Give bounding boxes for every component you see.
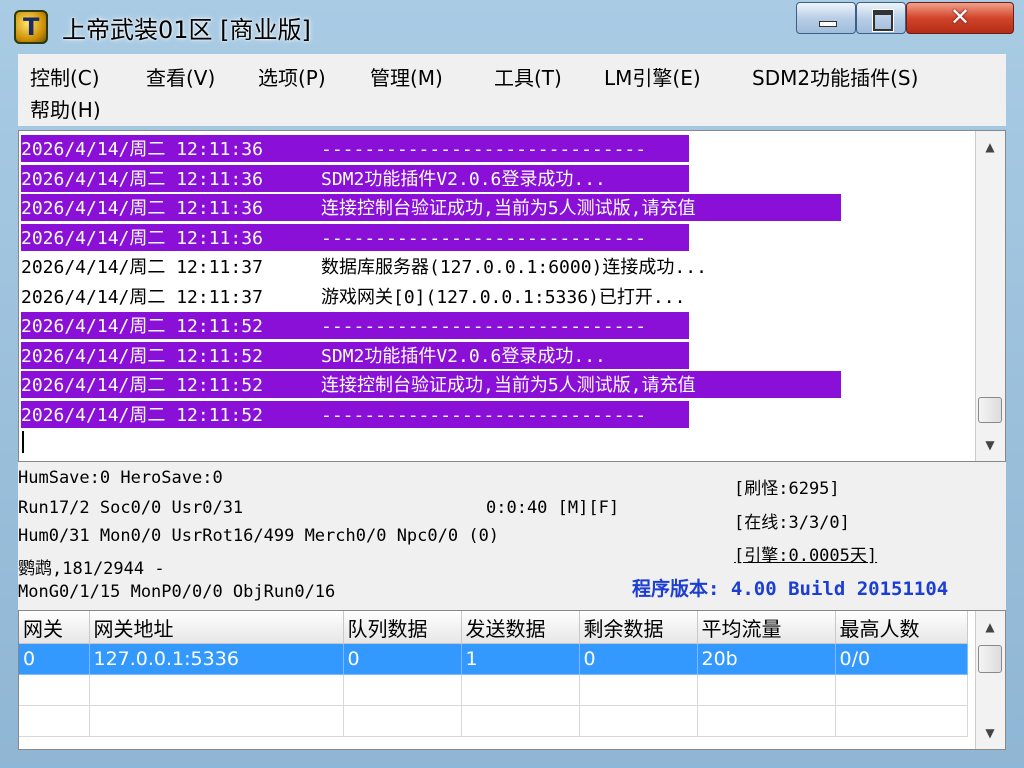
log-message: SDM2功能插件V2.0.6登录成功... — [321, 168, 606, 190]
log-message: 游戏网关[0](127.0.0.1:5336)已打开... — [321, 286, 686, 308]
program-version: 程序版本: 4.00 Build 20151104 — [632, 578, 949, 600]
engine-status: [引擎:0.0005天] — [734, 546, 878, 566]
table-row-empty[interactable] — [19, 674, 968, 706]
scroll-down-icon[interactable]: ▼ — [976, 431, 1004, 459]
menu-tools[interactable]: 工具(T) — [494, 62, 562, 91]
log-timestamp: 2026/4/14/周二 12:11:52 — [21, 345, 263, 367]
status-timer: 0:0:40 [M][F] — [486, 498, 620, 518]
log-message: ------------------------------ — [321, 227, 647, 249]
scroll-up-icon[interactable]: ▲ — [976, 613, 1004, 641]
table-cell: 20b — [697, 643, 836, 675]
status-object-counts: Hum0/31 Mon0/0 UsrRot16/499 Merch0/0 Npc… — [18, 526, 500, 546]
table-scrollbar[interactable]: ▲ ▼ — [975, 611, 1005, 749]
table-row-empty[interactable] — [19, 705, 968, 737]
table-cell: 1 — [461, 643, 580, 675]
gateway-table[interactable]: 网关 网关地址 队列数据 发送数据 剩余数据 平均流量 最高人数 0 127.0… — [18, 610, 1006, 750]
scroll-thumb[interactable] — [978, 397, 1002, 423]
log-line: 2026/4/14/周二 12:11:37 游戏网关[0](127.0.0.1:5… — [21, 283, 685, 310]
menu-options[interactable]: 选项(P) — [258, 62, 326, 91]
main-window: 上帝武装01区 [商业版] ✕ 控制(C) 查看(V) 选项(P) 管理(M) … — [0, 0, 1024, 768]
title-bar[interactable]: 上帝武装01区 [商业版] ✕ — [0, 0, 1024, 52]
log-timestamp: 2026/4/14/周二 12:11:36 — [21, 139, 263, 160]
log-timestamp: 2026/4/14/周二 12:11:36 — [21, 198, 263, 219]
log-line: 2026/4/14/周二 12:11:52 SDM2功能插件V2.0.6登录成功.… — [21, 341, 689, 369]
app-icon[interactable] — [14, 10, 48, 44]
log-line: 2026/4/14/周二 12:11:37 数据库服务器(127.0.0.1:60… — [21, 253, 707, 280]
table-header-row: 网关 网关地址 队列数据 发送数据 剩余数据 平均流量 最高人数 — [19, 611, 968, 644]
scroll-up-icon[interactable]: ▲ — [976, 133, 1004, 161]
table-row[interactable]: 0 127.0.0.1:5336 0 1 0 20b 0/0 — [19, 643, 968, 675]
table-cell: 127.0.0.1:5336 — [89, 643, 344, 675]
column-header[interactable]: 发送数据 — [461, 611, 580, 644]
log-line: 2026/4/14/周二 12:11:52 -------------------… — [21, 400, 689, 428]
window-title: 上帝武装01区 [商业版] — [62, 16, 311, 44]
log-line: 2026/4/14/周二 12:11:36 连接控制台验证成功,当前为5人测试版,… — [21, 194, 841, 221]
text-caret — [22, 431, 24, 453]
log-line: 2026/4/14/周二 12:11:36 -------------------… — [21, 223, 689, 251]
log-timestamp: 2026/4/14/周二 12:11:52 — [21, 375, 263, 396]
log-timestamp: 2026/4/14/周二 12:11:37 — [21, 286, 263, 308]
menu-help[interactable]: 帮助(H) — [30, 94, 101, 123]
log-line: 2026/4/14/周二 12:11:52 连接控制台验证成功,当前为5人测试版,… — [21, 371, 841, 398]
status-monster-groups: MonG0/1/15 MonP0/0/0 ObjRun0/16 — [18, 582, 336, 602]
column-header[interactable]: 网关地址 — [89, 611, 344, 644]
log-timestamp: 2026/4/14/周二 12:11:52 — [21, 316, 263, 337]
log-message: 连接控制台验证成功,当前为5人测试版,请充值 — [321, 375, 696, 396]
column-header[interactable]: 队列数据 — [343, 611, 462, 644]
menu-view[interactable]: 查看(V) — [146, 62, 215, 91]
table-cell: 0 — [19, 643, 90, 675]
column-header[interactable]: 平均流量 — [697, 611, 836, 644]
status-run-counts: Run17/2 Soc0/0 Usr0/31 — [18, 498, 244, 518]
menu-manage[interactable]: 管理(M) — [370, 62, 443, 91]
log-message: 数据库服务器(127.0.0.1:6000)连接成功... — [321, 257, 707, 278]
menu-lm-engine[interactable]: LM引擎(E) — [604, 62, 701, 91]
log-timestamp: 2026/4/14/周二 12:11:52 — [21, 404, 263, 426]
log-message: ------------------------------ — [321, 139, 647, 160]
scroll-thumb[interactable] — [978, 645, 1002, 673]
maximize-button[interactable] — [856, 2, 906, 34]
minimize-button[interactable] — [796, 2, 856, 34]
scroll-down-icon[interactable]: ▼ — [976, 719, 1004, 747]
table-cell: 0 — [579, 643, 698, 675]
menu-bar: 控制(C) 查看(V) 选项(P) 管理(M) 工具(T) LM引擎(E) SD… — [18, 54, 1006, 126]
table-cell: 0/0 — [835, 643, 968, 675]
log-message: ------------------------------ — [321, 316, 647, 337]
status-monster-info: 鹦鹉,181/2944 - — [18, 559, 165, 579]
log-timestamp: 2026/4/14/周二 12:11:36 — [21, 168, 263, 190]
online-count: [在线:3/3/0] — [734, 513, 850, 533]
log-line: 2026/4/14/周二 12:11:36 SDM2功能插件V2.0.6登录成功.… — [21, 164, 689, 192]
log-scrollbar[interactable]: ▲ ▼ — [975, 131, 1005, 461]
status-save-counts: HumSave:0 HeroSave:0 — [18, 468, 223, 488]
table-cell: 0 — [343, 643, 462, 675]
log-message: ------------------------------ — [321, 404, 647, 426]
menu-control[interactable]: 控制(C) — [30, 62, 100, 91]
log-line: 2026/4/14/周二 12:11:52 -------------------… — [21, 312, 689, 339]
log-timestamp: 2026/4/14/周二 12:11:36 — [21, 227, 263, 249]
log-panel[interactable]: 2026/4/14/周二 12:11:36 -------------------… — [18, 130, 1006, 462]
log-line: 2026/4/14/周二 12:11:36 -------------------… — [21, 135, 689, 162]
column-header[interactable]: 最高人数 — [835, 611, 968, 644]
log-message: SDM2功能插件V2.0.6登录成功... — [321, 345, 606, 367]
status-panel: HumSave:0 HeroSave:0 Run17/2 Soc0/0 Usr0… — [18, 462, 1006, 612]
close-icon: ✕ — [949, 3, 971, 31]
refresh-monster-count: [刷怪:6295] — [734, 479, 840, 499]
close-button[interactable]: ✕ — [906, 2, 1014, 34]
log-message: 连接控制台验证成功,当前为5人测试版,请充值 — [321, 198, 696, 219]
menu-sdm2-plugin[interactable]: SDM2功能插件(S) — [752, 62, 918, 91]
column-header[interactable]: 剩余数据 — [579, 611, 698, 644]
column-header[interactable]: 网关 — [19, 611, 90, 644]
gateway-table-grid: 网关 网关地址 队列数据 发送数据 剩余数据 平均流量 最高人数 0 127.0… — [19, 611, 968, 737]
log-timestamp: 2026/4/14/周二 12:11:37 — [21, 257, 263, 278]
